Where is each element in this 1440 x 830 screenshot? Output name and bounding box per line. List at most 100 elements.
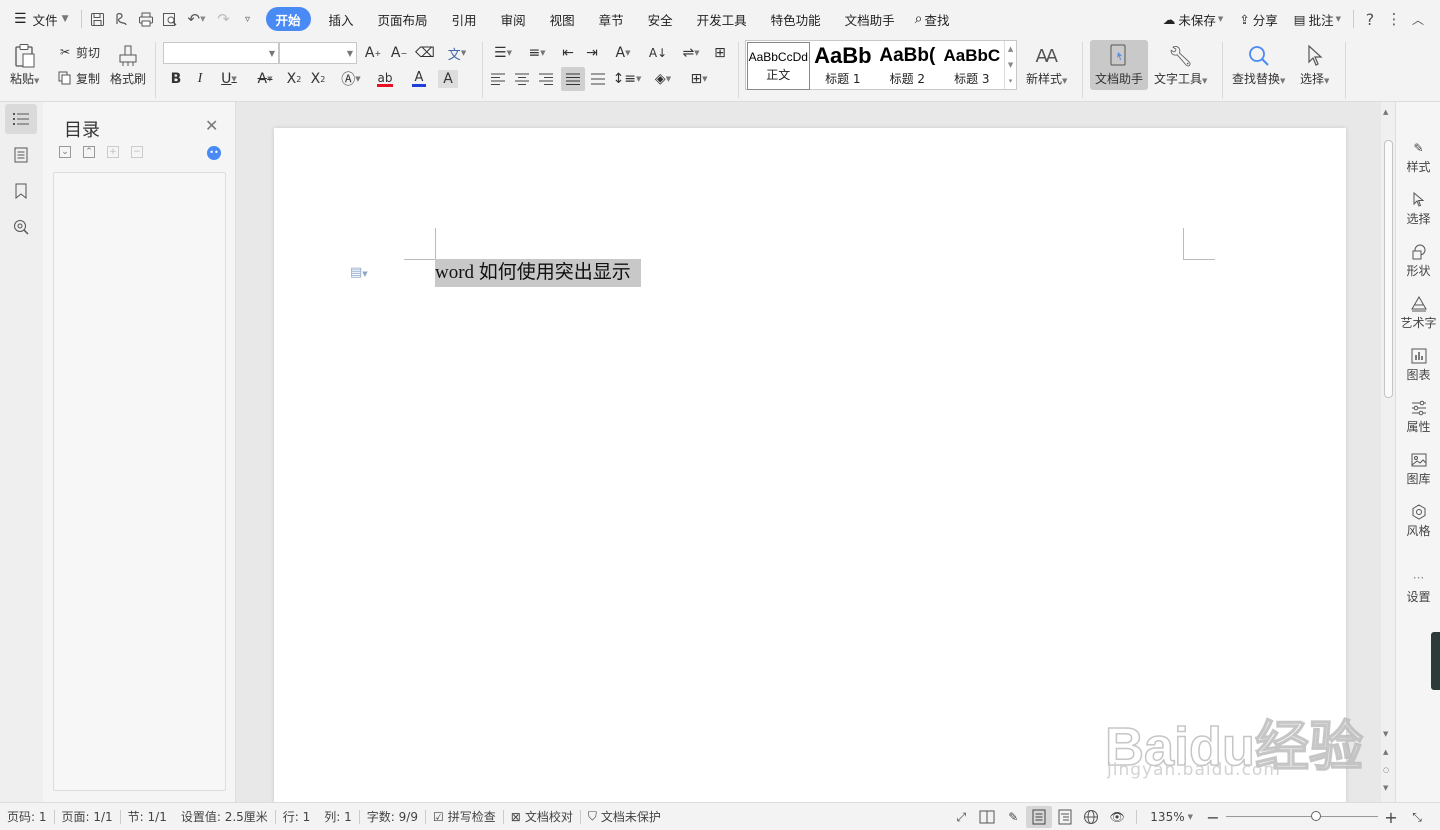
copy-button[interactable]: 复制 — [56, 68, 100, 88]
export-pdf-icon[interactable] — [110, 7, 134, 31]
spell-check-button[interactable]: ☑ 拼写检查 — [426, 808, 503, 825]
sort-icon[interactable]: A↓ — [646, 42, 670, 64]
next-page-icon[interactable]: ▼ — [1383, 784, 1388, 792]
style-heading-1[interactable]: AaBb 标题 1 — [811, 41, 876, 89]
right-item-chart[interactable]: 图表 — [1396, 346, 1440, 383]
show-marks-icon[interactable]: ⇌ ▼ — [676, 42, 706, 64]
zoom-out-icon[interactable]: − — [1200, 806, 1226, 828]
scroll-down-icon[interactable]: ▼ — [1383, 730, 1388, 738]
justify-icon[interactable] — [561, 67, 585, 91]
file-menu[interactable]: ☰ 文件 ▼ — [0, 7, 77, 31]
superscript-icon[interactable]: X2 — [284, 68, 304, 90]
document-text[interactable]: word 如何使用突出显示 — [435, 259, 641, 287]
tab-home[interactable]: 开始 — [265, 7, 311, 31]
zoom-slider[interactable] — [1226, 807, 1378, 827]
outline-view-icon[interactable] — [1052, 806, 1078, 828]
italic-icon[interactable]: I — [190, 68, 210, 90]
shrink-font-icon[interactable]: A − — [388, 42, 410, 64]
font-name-combo[interactable]: ▼ — [163, 42, 279, 64]
share-button[interactable]: ⇪ 分享 — [1231, 7, 1286, 31]
tab-review[interactable]: 审阅 — [489, 7, 538, 31]
save-icon[interactable] — [86, 7, 110, 31]
zoom-in-icon[interactable]: + — [1378, 806, 1404, 828]
numbered-list-icon[interactable]: ≡ ▼ — [522, 42, 552, 64]
new-style-button[interactable]: Ꜳ 新样式▼ — [1026, 42, 1067, 87]
right-item-settings[interactable]: ··· 设置 — [1396, 568, 1440, 605]
tab-doc-helper[interactable]: 文档助手 — [833, 7, 907, 31]
char-shading-icon[interactable]: A — [438, 70, 458, 88]
increase-indent-icon[interactable]: ⇥ — [582, 42, 602, 64]
shading-icon[interactable]: ◈ ▼ — [648, 68, 678, 90]
clear-format-icon[interactable]: ⌫ — [414, 42, 436, 64]
tab-security[interactable]: 安全 — [636, 7, 685, 31]
subscript-icon[interactable]: X2 — [308, 68, 328, 90]
paragraph-handle-icon[interactable]: ▤▼ — [350, 265, 368, 280]
text-effect-icon[interactable]: Ⓐ ▼ — [336, 68, 366, 90]
collapse-all-icon[interactable]: ⌃ — [83, 146, 95, 158]
scroll-thumb[interactable] — [1384, 140, 1393, 398]
strikethrough-icon[interactable]: A ▼ — [250, 68, 280, 90]
text-direction-icon[interactable]: A ▼ — [608, 42, 638, 64]
web-view-icon[interactable] — [1078, 806, 1104, 828]
remove-level-icon[interactable]: − — [131, 146, 143, 158]
find-replace-button[interactable]: 查找替换▼ — [1232, 42, 1285, 87]
align-center-icon[interactable] — [512, 68, 532, 90]
collapse-ribbon-icon[interactable]: ︿ — [1406, 7, 1430, 31]
font-size-combo[interactable]: ▼ — [279, 42, 357, 64]
paste-button[interactable]: 粘贴▼ — [10, 42, 39, 87]
prev-page-icon[interactable]: ▲ — [1383, 748, 1388, 756]
phonetic-guide-icon[interactable]: 文 ▼ — [442, 42, 472, 64]
text-tools-button[interactable]: 🔧︎ 文字工具▼ — [1154, 42, 1207, 87]
document-page[interactable]: ▤▼ word 如何使用突出显示 — [274, 128, 1346, 802]
right-item-style[interactable]: ✎ 样式 — [1396, 138, 1440, 175]
right-item-properties[interactable]: 属性 — [1396, 398, 1440, 435]
status-section[interactable]: 节: 1/1 — [121, 808, 174, 825]
bold-icon[interactable]: B — [166, 68, 186, 90]
status-word-count[interactable]: 字数: 9/9 — [360, 808, 425, 825]
scroll-up-icon[interactable]: ▲ — [1383, 108, 1388, 116]
status-col[interactable]: 列: 1 — [317, 808, 359, 825]
expand-all-icon[interactable]: ⌄ — [59, 146, 71, 158]
add-level-icon[interactable]: + — [107, 146, 119, 158]
reading-mode-icon[interactable] — [974, 806, 1000, 828]
vertical-scrollbar[interactable]: ▲ ▼ ▲ ○ ▼ — [1381, 102, 1395, 802]
borders-icon[interactable]: ⊞ ▼ — [684, 68, 714, 90]
status-page-code[interactable]: 页码: 1 — [0, 808, 54, 825]
tab-insert[interactable]: 插入 — [317, 7, 366, 31]
decrease-indent-icon[interactable]: ⇤ — [558, 42, 578, 64]
tab-page-layout[interactable]: 页面布局 — [366, 7, 440, 31]
table-of-contents-icon[interactable]: ⊞ — [710, 42, 730, 64]
highlight-color-icon[interactable]: ab — [370, 68, 400, 90]
right-item-shape[interactable]: 形状 — [1396, 242, 1440, 279]
format-painter-button[interactable]: 格式刷 — [110, 42, 146, 87]
tab-chapter[interactable]: 章节 — [587, 7, 636, 31]
side-drawer-handle[interactable] — [1431, 632, 1440, 690]
align-right-icon[interactable] — [536, 68, 556, 90]
search-button[interactable]: ⌕ 查找 — [907, 7, 958, 31]
tab-references[interactable]: 引用 — [440, 7, 489, 31]
style-heading-3[interactable]: AaBbC 标题 3 — [940, 41, 1005, 89]
styles-scroller[interactable]: ▲ ▼ ▾ — [1004, 41, 1016, 89]
font-color-icon[interactable]: A — [404, 68, 434, 90]
tab-view[interactable]: 视图 — [538, 7, 587, 31]
undo-icon[interactable]: ↶ ▼ — [182, 7, 212, 31]
doc-helper-button[interactable]: 文档助手 — [1090, 40, 1148, 90]
quick-access-dropdown-icon[interactable]: ▿ — [236, 7, 260, 31]
grow-font-icon[interactable]: A + — [362, 42, 384, 64]
help-icon[interactable]: ? — [1358, 7, 1382, 31]
zoom-dropdown[interactable]: 135% ▼ — [1143, 810, 1200, 824]
tab-developer[interactable]: 开发工具 — [685, 7, 759, 31]
underline-icon[interactable]: U ▼ — [214, 68, 244, 90]
bullet-list-icon[interactable]: ☰ ▼ — [488, 42, 518, 64]
print-preview-icon[interactable] — [158, 7, 182, 31]
page-thumbnail-icon[interactable] — [5, 140, 37, 170]
toc-nav-icon[interactable] — [5, 104, 37, 134]
doc-protect-button[interactable]: ⛉ 文档未保护 — [581, 808, 668, 825]
page-view-icon[interactable] — [1026, 806, 1053, 828]
distributed-align-icon[interactable] — [588, 68, 608, 90]
right-item-gallery[interactable]: 图库 — [1396, 450, 1440, 487]
line-spacing-icon[interactable]: ↕≡ ▼ — [612, 68, 642, 90]
status-page[interactable]: 页面: 1/1 — [55, 808, 120, 825]
right-item-wordart[interactable]: 艺术字 — [1396, 294, 1440, 331]
write-mode-icon[interactable]: ✎ — [1000, 806, 1026, 828]
